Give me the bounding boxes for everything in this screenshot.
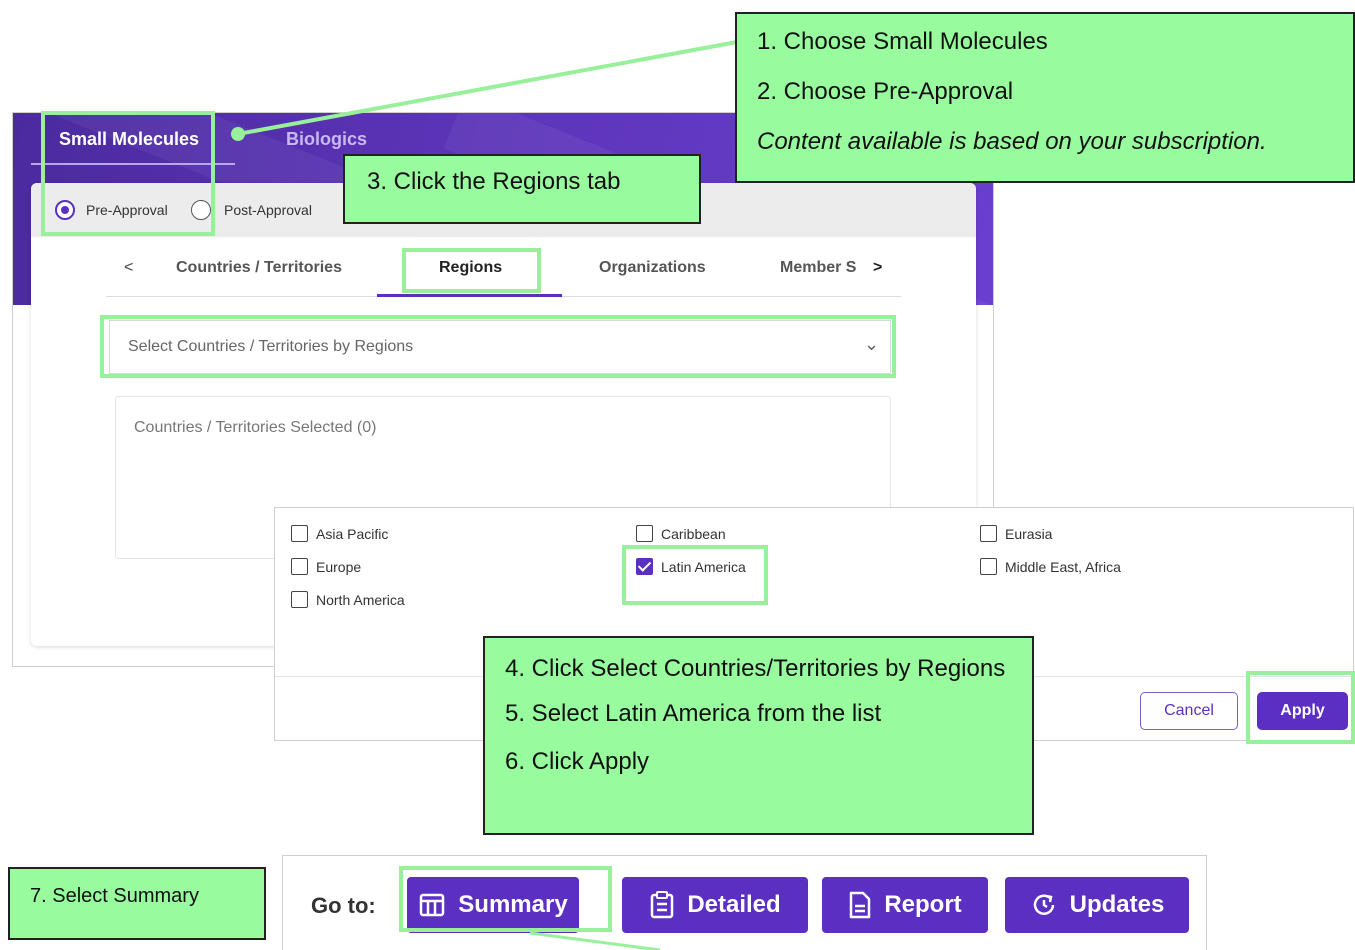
callout-step1: 1. Choose Small Molecules <box>757 28 1048 55</box>
callout-step3: 3. Click the Regions tab <box>343 154 701 224</box>
callout-step2: 2. Choose Pre-Approval <box>757 78 1014 105</box>
callout-step5: 5. Select Latin America from the list <box>505 699 882 727</box>
callout-step6: 6. Click Apply <box>505 747 650 775</box>
callout-step7: 7. Select Summary <box>8 867 266 940</box>
callout-subscription-note: Content available is based on your subsc… <box>757 128 1267 155</box>
callout-step3-text: 3. Click the Regions tab <box>367 168 621 195</box>
callout-steps-1-2: 1. Choose Small Molecules 2. Choose Pre-… <box>735 12 1355 183</box>
callout-steps-4-6: 4. Click Select Countries/Territories by… <box>483 636 1034 835</box>
callout-step7-text: 7. Select Summary <box>30 885 199 907</box>
callout-step4: 4. Click Select Countries/Territories by… <box>505 655 1006 682</box>
